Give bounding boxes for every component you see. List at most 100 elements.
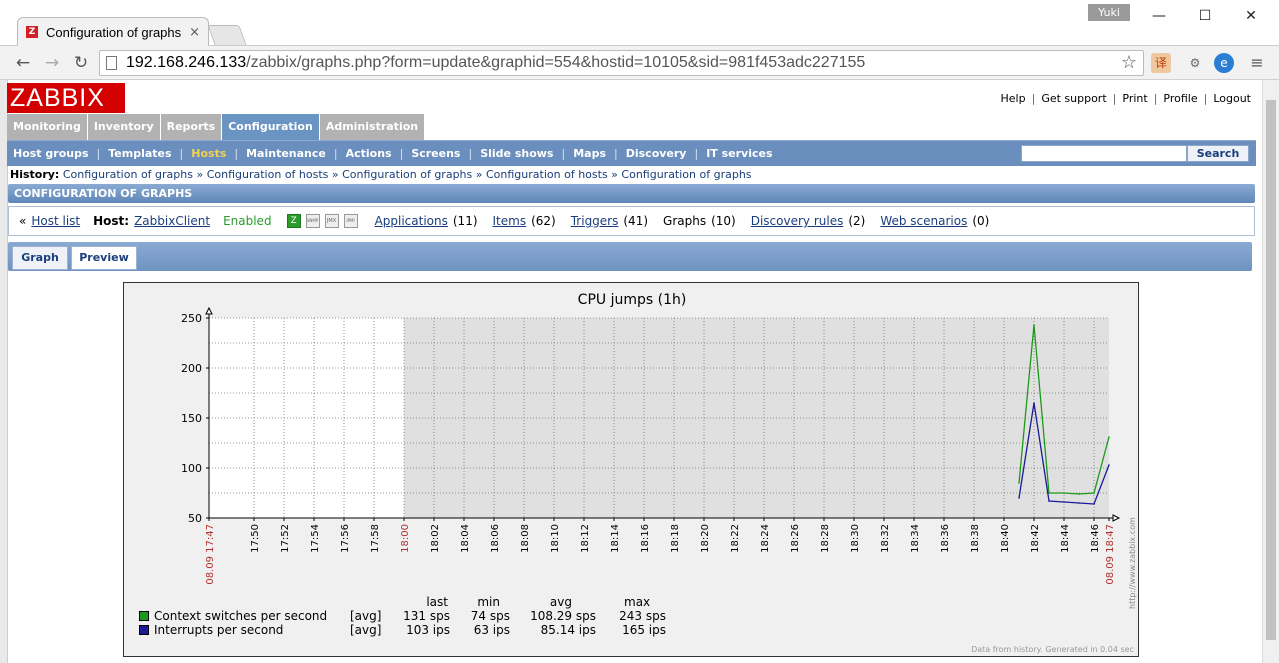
get-support-link[interactable]: Get support [1041, 92, 1106, 105]
translate-extension-icon[interactable]: 译 [1151, 53, 1171, 73]
menu-monitoring[interactable]: Monitoring [7, 114, 88, 140]
triggers-link[interactable]: Triggers [571, 214, 619, 228]
print-link[interactable]: Print [1122, 92, 1147, 105]
new-tab-button[interactable] [207, 25, 247, 45]
legend-series-name: Interrupts per second [154, 623, 284, 637]
applications-link[interactable]: Applications [375, 214, 448, 228]
menu-configuration[interactable]: Configuration [222, 114, 320, 140]
legend-max: 165 ips [622, 623, 666, 637]
ipmi-icon: IPMI [343, 214, 358, 228]
profile-badge[interactable]: Yuki [1088, 4, 1130, 21]
legend-header-avg: avg [549, 595, 572, 609]
left-edge [0, 80, 7, 663]
host-status[interactable]: Enabled [223, 214, 272, 228]
host-name-link[interactable]: ZabbixClient [134, 214, 210, 228]
web-scenarios-link[interactable]: Web scenarios [880, 214, 967, 228]
data-point [1108, 464, 1110, 466]
x-tick-label: 18:14 [610, 524, 621, 553]
tab-preview[interactable]: Preview [71, 246, 137, 270]
submenu-discovery[interactable]: Discovery [626, 147, 687, 160]
legend-func: [avg] [350, 609, 382, 623]
history-link[interactable]: Configuration of graphs [342, 168, 472, 181]
legend-header-max: max [624, 595, 651, 609]
data-point [1033, 324, 1035, 326]
logout-link[interactable]: Logout [1213, 92, 1251, 105]
zabbix-agent-icon: Z [286, 214, 301, 228]
chart-title: CPU jumps (1h) [577, 292, 687, 308]
section-title: CONFIGURATION OF GRAPHS [8, 184, 1255, 203]
submenu-slide-shows[interactable]: Slide shows [480, 147, 553, 160]
menu-inventory[interactable]: Inventory [87, 114, 161, 140]
host-label: Host: [93, 214, 130, 228]
web-count: (0) [972, 214, 990, 228]
submenu-hosts[interactable]: Hosts [191, 147, 226, 160]
vertical-scrollbar[interactable] [1262, 80, 1279, 663]
minimize-icon[interactable]: — [1147, 6, 1171, 26]
history-link[interactable]: Configuration of graphs [63, 168, 193, 181]
data-point [1093, 503, 1095, 505]
x-tick-label: 18:12 [580, 524, 591, 553]
x-tick-label: 18:16 [640, 524, 651, 553]
back-icon[interactable]: ← [12, 52, 34, 74]
search-button[interactable]: Search [1187, 145, 1249, 162]
x-end-label: 08.09 18:47 [1105, 524, 1116, 585]
tab-graph[interactable]: Graph [12, 246, 68, 270]
zabbix-logo[interactable]: ZABBIX [7, 83, 125, 113]
discovery-rules-link[interactable]: Discovery rules [751, 214, 844, 228]
maximize-icon[interactable]: ☐ [1193, 6, 1217, 26]
submenu-screens[interactable]: Screens [411, 147, 460, 160]
submenu-it-services[interactable]: IT services [706, 147, 772, 160]
bookmark-star-icon[interactable]: ☆ [1121, 52, 1137, 73]
search-input[interactable] [1021, 145, 1187, 162]
submenu-host-groups[interactable]: Host groups [13, 147, 89, 160]
history-link[interactable]: Configuration of graphs [621, 168, 751, 181]
browser-tab[interactable]: Z Configuration of graphs × [17, 17, 209, 46]
submenu-maps[interactable]: Maps [573, 147, 606, 160]
profile-link[interactable]: Profile [1163, 92, 1197, 105]
edge-extension-icon[interactable]: e [1214, 53, 1234, 73]
browser-toolbar: ← → ↻ 192.168.246.133/zabbix/graphs.php?… [0, 46, 1279, 80]
legend-series-name: Context switches per second [154, 609, 328, 623]
data-point [1078, 502, 1080, 504]
data-point [1048, 500, 1050, 502]
chart-footer: Data from history. Generated in 0.04 sec [971, 645, 1134, 654]
host-list-link[interactable]: Host list [31, 214, 80, 228]
menu-administration[interactable]: Administration [319, 114, 426, 140]
forward-icon[interactable]: → [41, 52, 63, 74]
submenu-templates[interactable]: Templates [108, 147, 171, 160]
submenu-maintenance[interactable]: Maintenance [246, 147, 326, 160]
separator: | [1153, 92, 1158, 105]
history-link[interactable]: Configuration of hosts [207, 168, 329, 181]
tab-close-icon[interactable]: × [189, 25, 200, 40]
submenu-actions[interactable]: Actions [346, 147, 392, 160]
reload-icon[interactable]: ↻ [70, 52, 92, 74]
scrollbar-thumb[interactable] [1266, 100, 1276, 640]
address-bar[interactable]: 192.168.246.133/zabbix/graphs.php?form=u… [99, 50, 1144, 76]
x-tick-label: 18:44 [1060, 524, 1071, 553]
data-point [1108, 436, 1110, 438]
x-tick-label: 18:34 [910, 524, 921, 553]
data-point [1078, 493, 1080, 495]
menu-reports[interactable]: Reports [160, 114, 223, 140]
search-box: Search [1021, 145, 1249, 162]
data-point [1093, 492, 1095, 494]
history-link[interactable]: Configuration of hosts [486, 168, 608, 181]
x-tick-label: 18:22 [730, 524, 741, 553]
x-tick-label: 17:54 [310, 524, 321, 553]
data-point [1063, 501, 1065, 503]
separator: | [1031, 92, 1036, 105]
menu-icon[interactable]: ≡ [1247, 53, 1267, 73]
y-tick-label: 150 [181, 412, 202, 425]
x-tick-label: 18:24 [760, 524, 771, 553]
x-tick-label: 18:36 [940, 524, 951, 553]
legend-swatch [139, 611, 149, 621]
extension-icon[interactable]: ⚙ [1185, 53, 1205, 73]
x-tick-label: 18:06 [490, 524, 501, 553]
x-tick-label: 17:52 [280, 524, 291, 553]
close-window-icon[interactable]: ✕ [1239, 6, 1263, 26]
help-link[interactable]: Help [1001, 92, 1026, 105]
x-tick-label: 18:00 [400, 524, 411, 553]
data-point [1018, 482, 1020, 484]
y-tick-label: 250 [181, 312, 202, 325]
items-link[interactable]: Items [493, 214, 527, 228]
